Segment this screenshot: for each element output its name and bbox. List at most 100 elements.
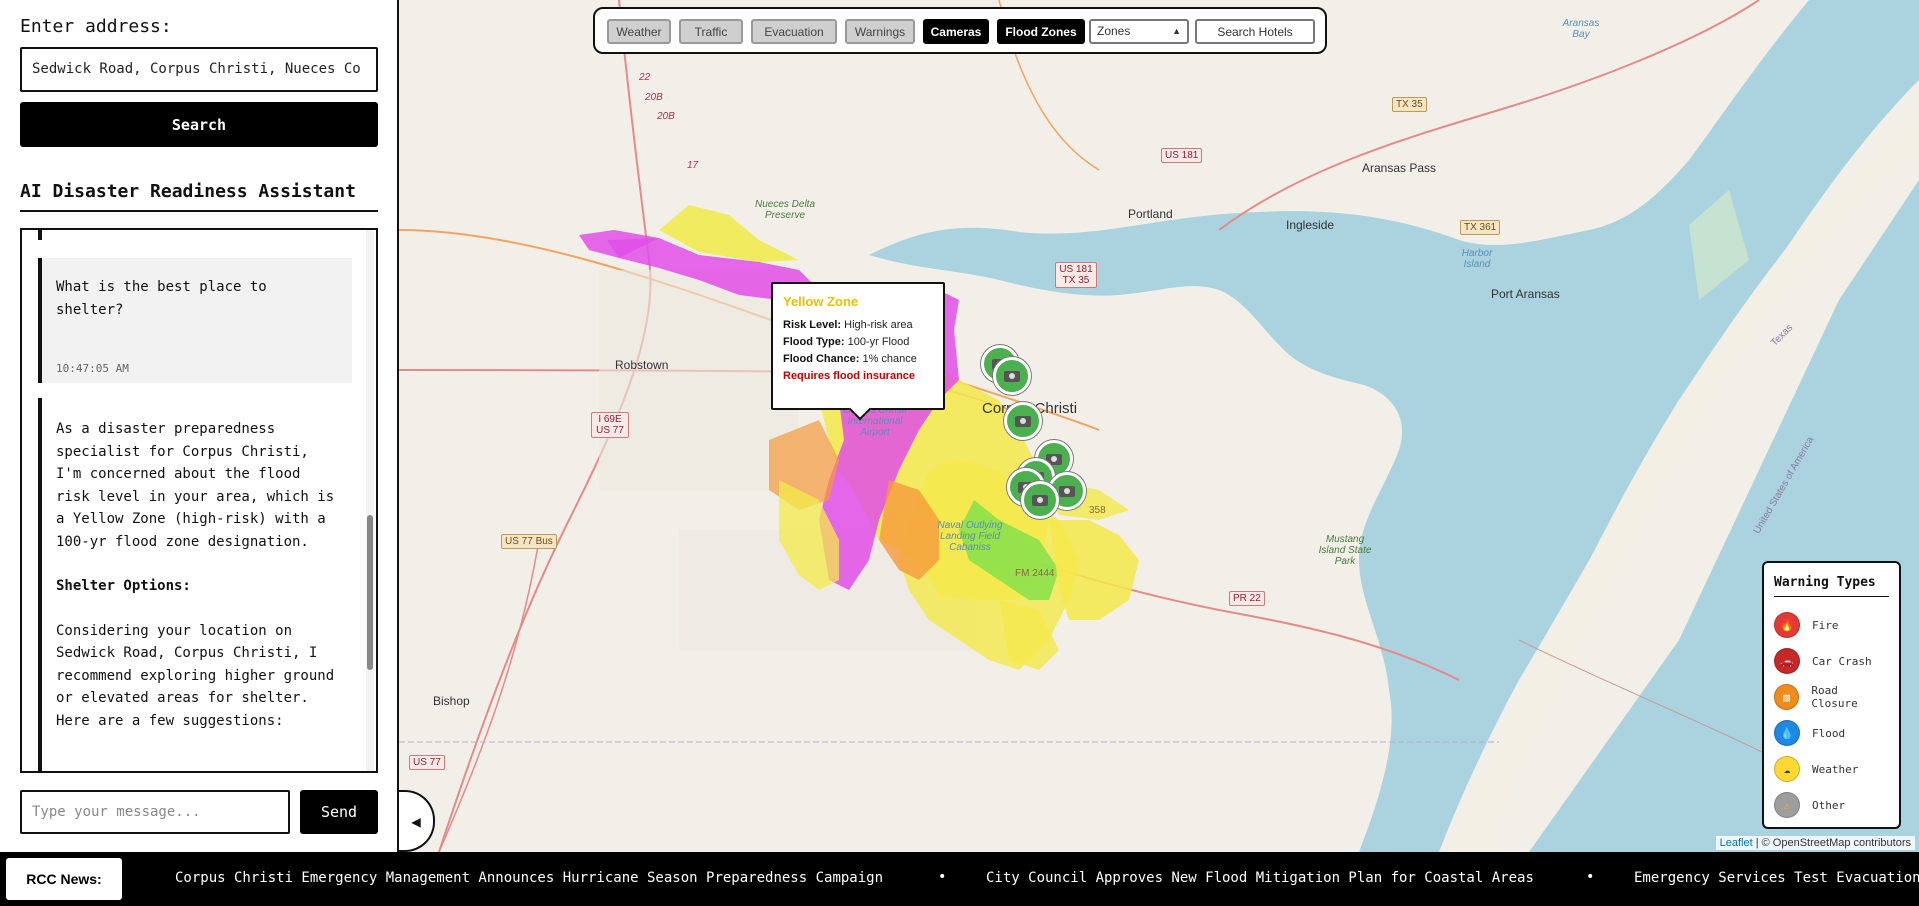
- label-exit-17: 17: [687, 160, 699, 171]
- popup-risk-value: High-risk area: [844, 319, 913, 331]
- traffic-camera-marker[interactable]: [993, 357, 1031, 395]
- toggle-flood-zones-button[interactable]: Flood Zones: [997, 19, 1085, 44]
- weather-icon: ☁: [1774, 756, 1800, 782]
- leaflet-link[interactable]: Leaflet: [1720, 837, 1753, 849]
- legend-label: Car Crash: [1812, 654, 1872, 668]
- popup-risk-label: Risk Level:: [783, 319, 842, 331]
- zones-select-value: Zones: [1097, 24, 1131, 38]
- chat-panel[interactable]: What is the best place to shelter? 10:47…: [20, 228, 378, 773]
- warning-types-legend: Warning Types 🔥 Fire 🚗 Car Crash ▨ Road …: [1762, 561, 1901, 829]
- popup-flood-chance-label: Flood Chance:: [783, 353, 860, 365]
- legend-item-fire: 🔥 Fire: [1774, 607, 1889, 643]
- popup-flood-type-label: Flood Type:: [783, 336, 845, 348]
- flood-zone-popup: Yellow Zone Risk Level: High-risk area F…: [771, 282, 945, 421]
- toggle-evacuation-button[interactable]: Evacuation: [751, 19, 837, 44]
- news-item[interactable]: Corpus Christi Emergency Management Anno…: [175, 870, 883, 886]
- assistant-message-paragraph: Considering your location on Sedwick Roa…: [56, 622, 335, 729]
- legend-item-car-crash: 🚗 Car Crash: [1774, 643, 1889, 679]
- camera-icon: [1004, 370, 1020, 382]
- legend-item-other: ⚠ Other: [1774, 787, 1889, 823]
- label-fm2444: FM 2444: [1015, 568, 1055, 579]
- title-divider: [20, 210, 378, 212]
- chat-scrollbar[interactable]: [366, 230, 374, 771]
- shield-pr22: PR 22: [1229, 591, 1265, 606]
- popup-flood-type-value: 100-yr Flood: [847, 336, 910, 348]
- map-label-nueces-delta: Nueces Delta Preserve: [754, 199, 816, 221]
- shield-tx35: TX 35: [1392, 97, 1427, 112]
- assistant-message-paragraph: As a disaster preparedness specialist fo…: [56, 421, 335, 550]
- assistant-message-heading: Shelter Options:: [56, 578, 191, 594]
- warning-icon: ⚠: [1774, 792, 1800, 818]
- legend-title: Warning Types: [1774, 575, 1889, 597]
- shield-us77: US 77: [409, 755, 445, 770]
- shield-us181-tx35: US 181 TX 35: [1055, 262, 1097, 288]
- road-closure-icon: ▨: [1774, 684, 1800, 710]
- legend-label: Other: [1812, 798, 1846, 812]
- toggle-weather-button[interactable]: Weather: [607, 19, 671, 44]
- assistant-title: AI Disaster Readiness Assistant: [20, 181, 356, 202]
- shield-i69e-us77: I 69E US 77: [591, 412, 629, 438]
- map-label-aransas-pass: Aransas Pass: [1362, 161, 1437, 175]
- news-item[interactable]: Emergency Services Test Evacuation: [1634, 870, 1919, 886]
- sidebar: Enter address: Sedwick Road, Corpus Chri…: [0, 0, 399, 852]
- chat-scroll-thumb[interactable]: [367, 515, 373, 670]
- map-label-robstown: Robstown: [615, 358, 669, 372]
- popup-flood-type: Flood Type: 100-yr Flood: [783, 336, 933, 348]
- car-crash-icon: 🚗: [1774, 648, 1800, 674]
- address-input[interactable]: Sedwick Road, Corpus Christi, Nueces Co: [20, 47, 378, 92]
- map-view[interactable]: Corpus Christi Portland Ingleside Aransa…: [399, 0, 1919, 852]
- map-label-harbor-island: Harbor Island: [1461, 248, 1493, 270]
- assistant-message: As a disaster preparedness specialist fo…: [38, 398, 352, 771]
- previous-message-edge: [38, 230, 42, 240]
- search-button[interactable]: Search: [20, 102, 378, 147]
- toggle-cameras-button[interactable]: Cameras: [923, 19, 989, 44]
- legend-label: Road Closure: [1811, 684, 1858, 710]
- chevron-left-icon: ◀: [411, 811, 421, 831]
- traffic-camera-marker[interactable]: [1021, 481, 1059, 519]
- map-label-portland: Portland: [1128, 207, 1173, 221]
- traffic-camera-marker[interactable]: [1004, 402, 1042, 440]
- zones-select[interactable]: Zones ▲: [1089, 19, 1189, 44]
- legend-item-weather: ☁ Weather: [1774, 751, 1889, 787]
- news-separator: •: [1586, 869, 1595, 885]
- camera-icon: [1032, 494, 1048, 506]
- camera-icon: [1015, 415, 1031, 427]
- search-hotels-button[interactable]: Search Hotels: [1195, 19, 1315, 44]
- chat-messages: What is the best place to shelter? 10:47…: [22, 230, 366, 771]
- label-exit-20b-2: 20B: [657, 111, 675, 122]
- news-item[interactable]: City Council Approves New Flood Mitigati…: [986, 870, 1534, 886]
- flood-icon: 💧: [1774, 720, 1800, 746]
- caret-up-icon: ▲: [1172, 26, 1181, 36]
- popup-flood-chance-value: 1% chance: [862, 353, 917, 365]
- map-label-aransas-bay: Aransas Bay: [1562, 18, 1600, 40]
- message-timestamp: 10:47:05 AM: [56, 362, 129, 375]
- map-label-naval-field: Naval Outlying Landing Field Cabaniss: [937, 520, 1003, 553]
- map-toolbar: Weather Traffic Evacuation Warnings Came…: [593, 7, 1327, 54]
- news-label: RCC News:: [6, 858, 122, 900]
- legend-item-flood: 💧 Flood: [1774, 715, 1889, 751]
- legend-label: Fire: [1812, 618, 1839, 632]
- label-exit-20b: 20B: [645, 92, 663, 103]
- shield-tx361: TX 361: [1460, 220, 1501, 235]
- shield-us181: US 181: [1161, 148, 1203, 163]
- popup-requirement: Requires flood insurance: [783, 370, 916, 382]
- map-label-ingleside: Ingleside: [1286, 218, 1335, 232]
- label-route-358: 358: [1089, 505, 1106, 516]
- toggle-traffic-button[interactable]: Traffic: [679, 19, 743, 44]
- shield-us77-bus: US 77 Bus: [501, 534, 557, 549]
- osm-attribution: | © OpenStreetMap contributors: [1755, 837, 1911, 849]
- popup-title: Yellow Zone: [783, 294, 859, 309]
- address-label: Enter address:: [20, 16, 172, 37]
- toggle-warnings-button[interactable]: Warnings: [845, 19, 915, 44]
- map-attribution: Leaflet | © OpenStreetMap contributors: [1715, 836, 1915, 850]
- legend-label: Flood: [1812, 726, 1846, 740]
- legend-label: Weather: [1812, 762, 1859, 776]
- map-label-mustang-island: Mustang Island State Park: [1318, 534, 1372, 567]
- news-ticker: RCC News: Corpus Christi Emergency Manag…: [0, 852, 1919, 906]
- user-message: What is the best place to shelter? 10:47…: [38, 258, 352, 383]
- popup-risk-level: Risk Level: High-risk area: [783, 319, 933, 331]
- fire-icon: 🔥: [1774, 612, 1800, 638]
- legend-item-road-closure: ▨ Road Closure: [1774, 679, 1889, 715]
- send-button[interactable]: Send: [300, 790, 378, 834]
- message-input[interactable]: Type your message...: [20, 790, 290, 834]
